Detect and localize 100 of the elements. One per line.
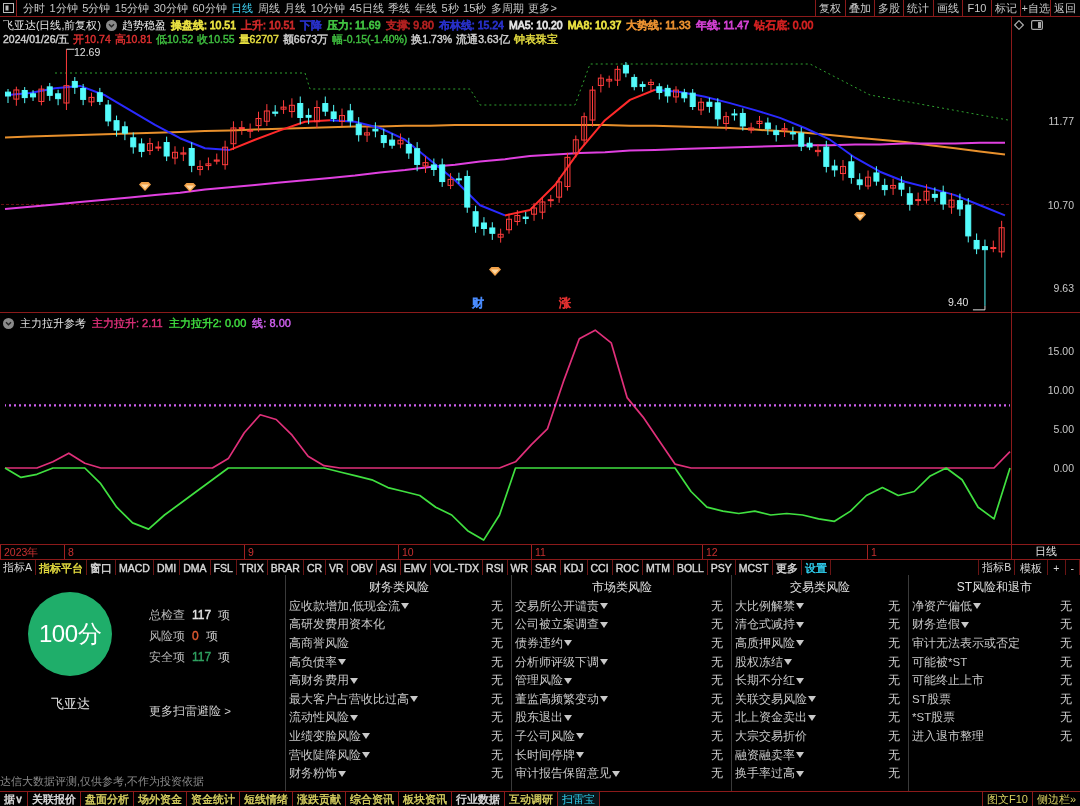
risk-item: 北上资金卖出	[735, 710, 807, 726]
bar-info: 换1.73%	[411, 32, 453, 46]
stat-value: 117	[192, 649, 212, 666]
risk-item: 高研发费用资本化	[289, 617, 385, 633]
risk-item: 流动性风险	[289, 710, 349, 726]
risk-result: 无	[888, 728, 900, 744]
date-label: 2023年	[0, 545, 39, 559]
bar-info: 流通3.63亿	[456, 32, 510, 46]
risk-result: 无	[711, 728, 723, 744]
risk-item: 可能被*ST	[912, 654, 968, 670]
risk-item: 债券违约	[515, 636, 563, 651]
price-axis-label: 10.70	[1047, 198, 1074, 211]
risk-item: 最大客户占营收比过高	[289, 691, 409, 707]
risk-item: 财务造假	[912, 617, 960, 633]
risk-item: 大比例解禁	[735, 598, 795, 614]
date-label: 10	[398, 545, 414, 559]
bar-info: 额6673万	[282, 32, 329, 46]
disclaimer-text: 达信大数据评测,仅供参考,不作为投资依据	[0, 774, 205, 789]
indicator-value: 钻石底: 0.00	[754, 18, 814, 32]
indicator-title: 主力拉升参考	[20, 316, 86, 330]
risk-result: 无	[1060, 654, 1072, 670]
stat-unit: 项	[218, 607, 231, 624]
risk-item: 换手率过高	[735, 766, 795, 782]
risk-item: 可能终止上市	[912, 673, 984, 689]
risk-item: 长时间停牌	[515, 747, 575, 763]
tab-group-label: 指标B	[978, 560, 1016, 575]
indicator-value: MA5: 10.20	[508, 18, 563, 32]
indicator-value: 支撑: 9.80	[385, 18, 434, 32]
stat-unit: 项	[205, 628, 218, 645]
axis-tick-label: 5.00	[1053, 422, 1074, 435]
axis-tick-label: 0.00	[1053, 462, 1074, 475]
risk-result: 无	[711, 766, 723, 782]
risk-item: 审计报告保留意见	[515, 766, 611, 782]
column-title: 市场类风险	[590, 579, 653, 596]
risk-item: 应收款增加,低现金流	[289, 598, 401, 614]
risk-item: 进入退市整理	[912, 728, 984, 744]
indicator-value: 大势线: 11.33	[626, 18, 691, 32]
stat-label: 总检查	[149, 607, 185, 624]
risk-item: 财务粉饰	[289, 766, 337, 782]
bar-info: 钟表珠宝	[513, 32, 558, 46]
risk-item: 股权冻结	[735, 654, 783, 670]
indicator-value: 年线: 11.47	[695, 18, 749, 32]
indicator-name: 趋势稳盈	[121, 18, 166, 32]
bar-info: 开10.74	[73, 32, 111, 46]
column-title: ST风险和退市	[955, 579, 1034, 596]
risk-item: 董监高频繁变动	[515, 691, 599, 707]
risk-result: 无	[711, 691, 723, 707]
stat-value: 117	[192, 607, 212, 624]
risk-result: 无	[491, 710, 503, 726]
indicator-value: 下降	[300, 18, 323, 32]
risk-item: 净资产偏低	[912, 598, 972, 614]
risk-item: 审计无法表示或否定	[912, 636, 1020, 651]
score-badge: 100分	[28, 592, 112, 676]
risk-item: 交易所公开谴责	[515, 598, 599, 614]
risk-result: 无	[1060, 691, 1072, 707]
risk-item: 分析师评级下调	[515, 654, 599, 670]
bar-info: 幅-0.15(-1.40%)	[332, 32, 408, 46]
indicator-value: 布林线: 15.24	[438, 18, 504, 32]
risk-result: 无	[491, 673, 503, 689]
date-label: 1	[867, 545, 877, 559]
indicator-value: 压力: 11.69	[327, 18, 381, 32]
stat-label: 风险项	[149, 628, 185, 645]
risk-result: 无	[491, 728, 503, 744]
risk-item: 融资融卖率	[735, 747, 795, 763]
date-label: 9	[244, 545, 254, 559]
risk-item: 高质押风险	[735, 636, 795, 651]
legend-label: 线: 8.00	[252, 316, 291, 330]
stat-unit: 项	[218, 649, 231, 666]
risk-result: 无	[1060, 636, 1072, 651]
axis-tick-label: 10.00	[1047, 383, 1074, 396]
stat-value: 0	[192, 628, 199, 645]
risk-result: 无	[491, 654, 503, 670]
risk-result: 无	[491, 636, 503, 651]
chart-title: 飞亚达(日线,前复权)	[3, 18, 101, 32]
risk-item: 股东退出	[515, 710, 563, 726]
risk-item: *ST股票	[912, 710, 956, 726]
risk-item: 管理风险	[515, 673, 563, 689]
risk-result: 无	[491, 617, 503, 633]
date-label: 12	[702, 545, 718, 559]
period-label: 日线	[1035, 545, 1057, 559]
risk-result: 无	[888, 636, 900, 651]
stock-name: 飞亚达	[50, 695, 90, 713]
legend-label: 主力拉升2: 0.00	[168, 316, 247, 330]
risk-item: 高财务费用	[289, 673, 349, 689]
risk-item: 业绩变脸风险	[289, 728, 361, 744]
risk-item: 关联交易风险	[735, 691, 807, 707]
risk-result: 无	[711, 673, 723, 689]
risk-item: 清仓式减持	[735, 617, 795, 633]
risk-item: 子公司风险	[515, 728, 575, 744]
risk-result: 无	[711, 617, 723, 633]
risk-result: 无	[711, 598, 723, 614]
risk-item: 长期不分红	[735, 673, 795, 689]
date-label: 8	[64, 545, 74, 559]
risk-result: 无	[1060, 728, 1072, 744]
risk-result: 无	[888, 598, 900, 614]
risk-result: 无	[888, 654, 900, 670]
legend-label: 主力拉升: 2.11	[92, 316, 163, 330]
risk-result: 无	[1060, 673, 1072, 689]
risk-result: 无	[888, 766, 900, 782]
risk-result: 无	[711, 747, 723, 763]
